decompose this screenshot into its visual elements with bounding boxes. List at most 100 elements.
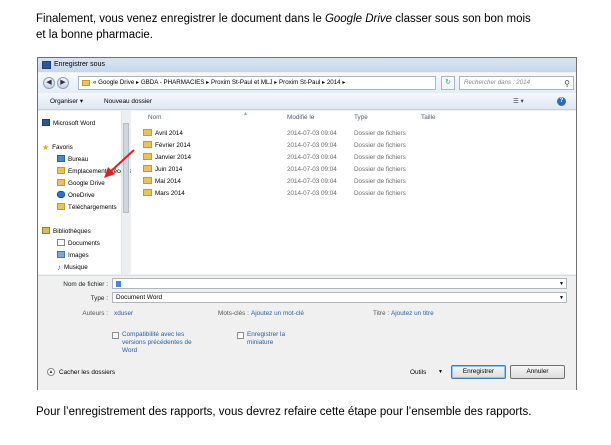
title-label: Titre :	[373, 310, 390, 317]
keywords-label: Mots-clés :	[218, 310, 249, 317]
authors-label: Auteurs :	[82, 310, 108, 317]
word-icon	[42, 119, 50, 126]
table-row[interactable]: Juin 2014 2014-07-03 09:04 Dossier de fich…	[131, 164, 461, 176]
nav-item-downloads[interactable]: Téléchargements	[57, 203, 117, 213]
address-bar[interactable]: « Google Drive ▸ GBDA - PHARMACIES ▸ Pro…	[78, 76, 436, 90]
downloads-icon	[57, 203, 65, 210]
save-button[interactable]: Enregistrer	[451, 365, 506, 379]
compatibility-checkbox[interactable]	[112, 332, 119, 339]
thumbnail-label[interactable]: Enregistrer la miniature	[247, 331, 307, 347]
folder-icon	[143, 141, 152, 148]
nav-item-word[interactable]: Microsoft Word	[42, 119, 95, 129]
chevron-down-icon[interactable]: ▼	[559, 293, 564, 303]
new-folder-button[interactable]: Nouveau dossier	[104, 93, 152, 110]
file-type: Dossier de fichiers	[354, 154, 406, 161]
cancel-button[interactable]: Annuler	[510, 365, 565, 379]
word-icon	[42, 61, 51, 69]
table-row[interactable]: Janvier 2014 2014-07-03 09:04 Dossier de f…	[131, 152, 461, 164]
filename-field[interactable]: ▼	[112, 278, 567, 289]
nav-label: Téléchargements	[68, 204, 117, 211]
nav-item-favorites[interactable]: ★ Favoris	[42, 143, 73, 153]
save-as-dialog: Enregistrer sous ◀ ▶ « Google Drive ▸ GB…	[37, 57, 577, 390]
nav-label: Google Drive	[68, 180, 105, 187]
cloud-icon	[57, 191, 65, 198]
save-form: Nom de fichier : ▼ Type : Document Word ▼…	[38, 275, 576, 355]
nav-label: Musique	[64, 264, 88, 271]
table-row[interactable]: Mai 2014 2014-07-03 09:04 Dossier de fichi…	[131, 176, 461, 188]
column-header-type[interactable]: Type	[354, 114, 368, 121]
nav-item-desktop[interactable]: Bureau	[57, 155, 88, 165]
organize-button[interactable]: Organiser ▾	[50, 93, 83, 110]
music-icon: ♪	[57, 263, 61, 272]
back-button[interactable]: ◀	[43, 77, 55, 89]
intro-emphasis: Google Drive	[324, 13, 393, 25]
file-name: Juin 2014	[155, 166, 183, 173]
folder-icon	[143, 129, 152, 136]
thumbnail-checkbox[interactable]	[237, 332, 244, 339]
file-modified: 2014-07-03 09:04	[287, 130, 337, 137]
nav-label: Favoris	[52, 144, 73, 151]
tools-button[interactable]: Outils	[410, 369, 426, 376]
navigation-bar: ◀ ▶ « Google Drive ▸ GBDA - PHARMACIES ▸…	[38, 73, 576, 93]
chevron-down-icon[interactable]: ▼	[559, 279, 564, 289]
nav-item-libraries[interactable]: Bibliothèques	[42, 227, 91, 237]
search-icon[interactable]: ⚲	[564, 78, 570, 90]
type-label: Type :	[90, 295, 108, 302]
type-value: Document Word	[116, 294, 163, 301]
nav-item-documents[interactable]: Documents	[57, 239, 100, 249]
nav-scrollbar[interactable]	[121, 111, 130, 274]
outro-paragraph: Pour l’enregistrement des rapports, vous…	[36, 406, 532, 418]
filename-label: Nom de fichier :	[63, 281, 108, 288]
nav-item-music[interactable]: ♪ Musique	[57, 263, 88, 273]
nav-item-images[interactable]: Images	[57, 251, 89, 261]
folder-icon	[143, 177, 152, 184]
help-icon[interactable]: ?	[557, 97, 566, 106]
forward-button[interactable]: ▶	[57, 77, 69, 89]
file-list: ▲ Nom Modifié le Type Taille Avril 2014 2…	[131, 111, 576, 274]
intro-paragraph: Finalement, vous venez enregistrer le do…	[36, 11, 576, 43]
file-type: Dossier de fichiers	[354, 142, 406, 149]
chevron-down-icon[interactable]: ▼	[438, 369, 443, 375]
hide-folders-button[interactable]: Cacher les dossiers	[59, 369, 115, 376]
folder-icon	[143, 189, 152, 196]
compatibility-label[interactable]: Compatibilité avec les versions précéden…	[122, 331, 202, 355]
file-modified: 2014-07-03 09:04	[287, 142, 337, 149]
folder-icon	[82, 80, 90, 86]
star-icon: ★	[42, 143, 50, 152]
recent-places-icon	[57, 167, 65, 174]
nav-label: Bureau	[68, 156, 89, 163]
nav-item-google-drive[interactable]: Google Drive	[57, 179, 105, 189]
title-field[interactable]: Ajoutez un titre	[391, 310, 434, 317]
nav-label: OneDrive	[68, 192, 95, 199]
file-type: Dossier de fichiers	[354, 190, 406, 197]
search-placeholder: Rechercher dans : 2014	[464, 79, 531, 86]
keywords-field[interactable]: Ajoutez un mot-clé	[251, 310, 304, 317]
scrollbar-thumb[interactable]	[123, 123, 129, 213]
dialog-footer: ▲ Cacher les dossiers Outils ▼ Enregistr…	[38, 357, 576, 390]
column-header-size[interactable]: Taille	[421, 114, 436, 121]
view-options-icon[interactable]: ☰ ▾	[513, 93, 524, 110]
desktop-icon	[57, 155, 65, 162]
nav-item-onedrive[interactable]: OneDrive	[57, 191, 95, 201]
table-row[interactable]: Avril 2014 2014-07-03 09:04 Dossier de fic…	[131, 128, 461, 140]
file-modified: 2014-07-03 09:04	[287, 166, 337, 173]
chevron-up-icon[interactable]: ▲	[47, 368, 55, 376]
table-row[interactable]: Mars 2014 2014-07-03 09:04 Dossier de fich…	[131, 188, 461, 200]
toolbar: Organiser ▾ Nouveau dossier ☰ ▾ ?	[38, 93, 576, 110]
file-name: Mars 2014	[155, 190, 185, 197]
column-header-modified[interactable]: Modifié le	[287, 114, 314, 121]
navigation-pane: Microsoft Word ★ Favoris Bureau Emplaceme…	[38, 111, 132, 274]
dialog-title: Enregistrer sous	[54, 61, 105, 68]
table-row[interactable]: Février 2014 2014-07-03 09:04 Dossier de f…	[131, 140, 461, 152]
column-header-name[interactable]: Nom	[148, 114, 162, 121]
intro-text-b: classer sous son bon mois	[392, 13, 531, 25]
refresh-button[interactable]: ↻	[441, 76, 455, 90]
file-type: Dossier de fichiers	[354, 130, 406, 137]
search-input[interactable]: Rechercher dans : 2014 ⚲	[459, 76, 574, 90]
nav-label: Bibliothèques	[53, 228, 91, 235]
sort-arrow-icon: ▲	[243, 111, 248, 117]
folder-icon	[143, 153, 152, 160]
nav-label: Documents	[68, 240, 100, 247]
authors-field[interactable]: xduser	[114, 310, 133, 317]
type-select[interactable]: Document Word ▼	[112, 292, 567, 303]
